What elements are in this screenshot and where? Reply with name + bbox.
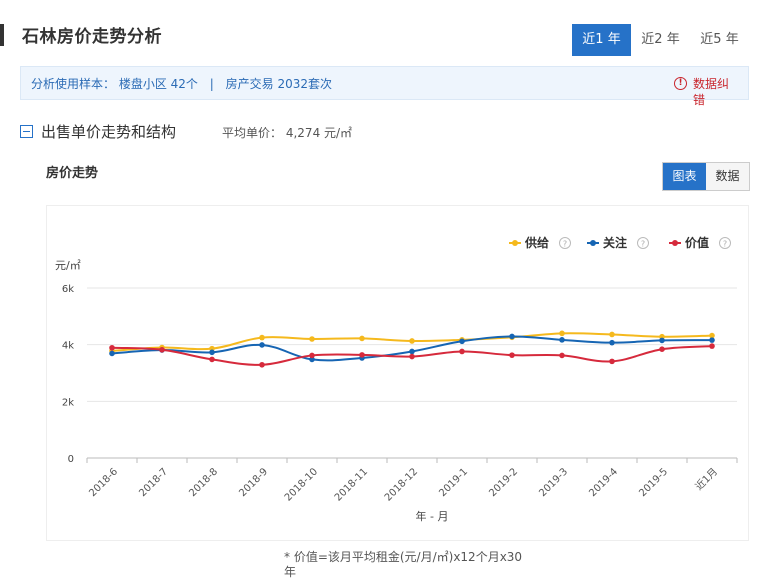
y-axis-label: 元/㎡ (55, 259, 81, 272)
data-point (659, 337, 665, 344)
legend-marker (512, 240, 518, 246)
info-icon: ! (674, 77, 687, 90)
data-point (459, 348, 465, 355)
data-point (209, 349, 215, 356)
sample-info-box: 分析使用样本： 楼盘小区 42个 | 房产交易 2032套次 (20, 66, 749, 100)
tab-2-years[interactable]: 近2 年 (631, 24, 690, 56)
y-tick-label: 6k (62, 284, 74, 295)
data-point (259, 334, 265, 341)
question-icon-glyph: ? (563, 240, 567, 249)
data-point (509, 352, 515, 358)
x-tick-label: 2018-10 (283, 466, 320, 503)
data-point (459, 338, 465, 345)
x-tick-label: 2019-2 (487, 466, 520, 499)
data-point (259, 361, 265, 368)
data-point (609, 358, 615, 365)
data-point (609, 331, 615, 338)
report-error-label: 数据纠错 (693, 77, 730, 107)
data-point (109, 344, 115, 351)
data-point (659, 346, 665, 352)
chart-view-button[interactable]: 图表 (663, 163, 706, 190)
sample-communities: 楼盘小区 42个 (118, 77, 198, 91)
footnote: * 价值=该月平均租金(元/月/㎡)x12个月x30年 (284, 550, 523, 579)
data-point (259, 342, 265, 348)
average-price-label: 平均单价： (222, 126, 283, 140)
price-trend-chart: 0 2k 4k 6k 元/㎡ 2018-6 2018-7 2018-8 2018-9 2018-1… (55, 235, 738, 523)
y-tick-label: 0 (68, 454, 74, 465)
legend-marker (590, 240, 596, 246)
section-header: 出售单价走势和结构 (20, 121, 176, 142)
sample-transactions: 房产交易 2032套次 (225, 77, 332, 91)
data-point (509, 333, 515, 340)
view-toggle: 图表 数据 (662, 162, 750, 191)
question-icon-glyph: ? (641, 240, 645, 249)
question-icon-glyph: ? (723, 240, 727, 249)
legend-marker (672, 240, 678, 246)
sample-prefix: 分析使用样本： (31, 77, 116, 91)
sample-info-text: 分析使用样本： 楼盘小区 42个 | 房产交易 2032套次 (31, 75, 332, 92)
legend-label: 供给 (524, 235, 549, 250)
page-title: 石林房价走势分析 (22, 27, 162, 47)
data-point (409, 348, 415, 355)
x-tick-label: 2019-3 (537, 466, 570, 499)
tab-1-year[interactable]: 近1 年 (572, 24, 631, 56)
chart-label: 房价走势 (46, 166, 99, 181)
data-point (559, 337, 565, 343)
legend-label: 价值 (685, 235, 709, 250)
sample-separator: | (209, 77, 214, 91)
data-point (709, 337, 715, 343)
x-tick-label: 2019-5 (637, 466, 670, 499)
data-point (359, 335, 365, 342)
x-tick-label: 2018-9 (237, 466, 270, 499)
y-tick-label: 4k (62, 341, 74, 352)
x-axis-label: 年 - 月 (416, 509, 449, 523)
x-tick-label: 2018-6 (87, 466, 120, 499)
range-tabs: 近1 年 近2 年 近5 年 (572, 24, 749, 56)
data-point (159, 346, 165, 353)
data-point (309, 336, 315, 342)
data-point (359, 352, 365, 358)
y-tick-label: 2k (62, 397, 74, 408)
average-price-value: 4,274 元/㎡ (285, 126, 353, 140)
data-point (209, 356, 215, 363)
x-tick-label: 2018-11 (333, 466, 370, 503)
x-tick-label: 2019-1 (437, 466, 470, 499)
data-point (559, 330, 565, 337)
x-tick-label: 2018-12 (383, 466, 420, 503)
chart-container: 0 2k 4k 6k 元/㎡ 2018-6 2018-7 2018-8 2018-9 2018-1… (46, 205, 749, 541)
data-point (409, 338, 415, 344)
data-point (709, 343, 715, 349)
collapse-icon[interactable] (20, 125, 33, 138)
report-error-link[interactable]: ! 数据纠错 (674, 76, 733, 108)
data-point (559, 352, 565, 359)
x-tick-label: 近1月 (692, 465, 720, 493)
title-accent-bar (0, 24, 4, 46)
data-point (609, 339, 615, 346)
x-tick-label: 2018-7 (137, 466, 170, 499)
data-point (109, 350, 115, 357)
legend-label: 关注 (603, 235, 627, 250)
x-tick-label: 2018-8 (187, 466, 220, 499)
data-view-button[interactable]: 数据 (706, 163, 749, 190)
data-point (309, 352, 315, 359)
x-tick-label: 2019-4 (587, 466, 620, 499)
average-price: 平均单价： 4,274 元/㎡ (222, 124, 352, 141)
data-point (409, 353, 415, 360)
section-title: 出售单价走势和结构 (41, 123, 177, 141)
tab-5-years[interactable]: 近5 年 (690, 24, 749, 56)
